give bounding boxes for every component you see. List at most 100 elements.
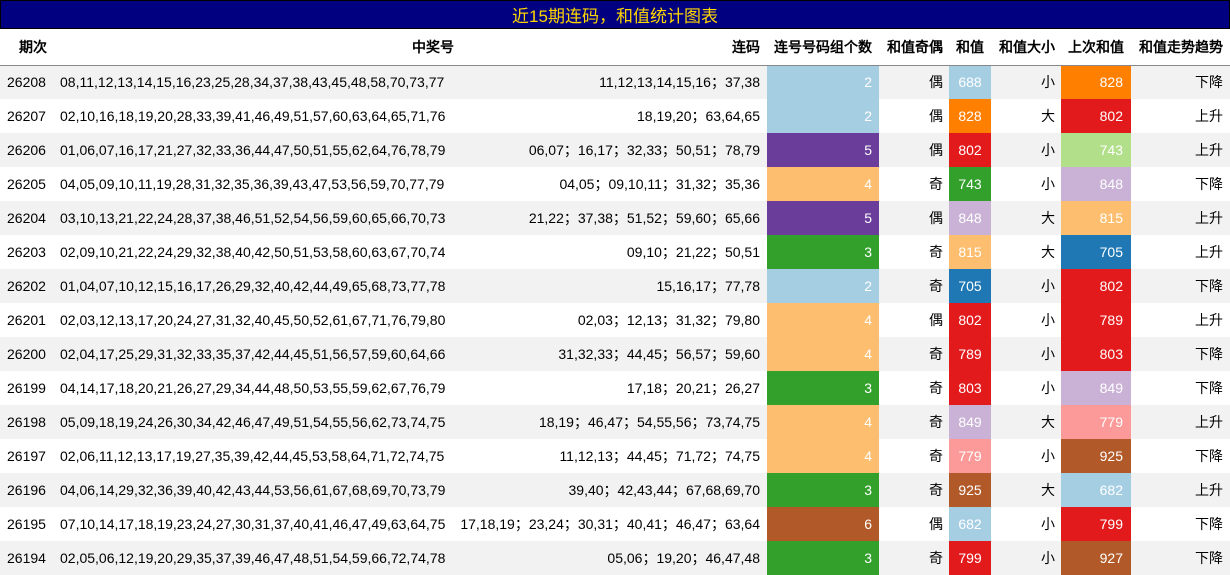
period-cell: 26208: [7, 74, 46, 91]
prev-sum-cell: 779: [1061, 405, 1131, 439]
consec-count-cell: 3: [767, 541, 879, 575]
table-header: 期次 中奖号 连码 连号号码组个数 和值奇偶 和值 和值大小 上次和值 和值走势…: [0, 29, 1230, 66]
sum-cell: 815: [949, 235, 991, 269]
sum-size-cell: 大: [1041, 244, 1055, 260]
sum-size-cell: 大: [1041, 414, 1055, 430]
sum-cell: 779: [949, 439, 991, 473]
sum-parity-cell: 奇: [929, 482, 943, 498]
period-cell: 26194: [7, 550, 46, 566]
prev-sum-cell: 828: [1061, 65, 1131, 99]
sum-cell: 789: [949, 337, 991, 371]
page-title: 近15期连码，和值统计图表: [0, 0, 1230, 29]
sum-parity-cell: 奇: [929, 278, 943, 294]
trend-cell: 上升: [1195, 414, 1223, 430]
period-cell: 26196: [7, 482, 46, 498]
consec-cell: 17,18；20,21；26,27: [626, 380, 760, 396]
prev-sum-cell: 743: [1061, 133, 1131, 167]
numbers-cell: 07,10,14,17,18,19,23,24,27,30,31,37,40,4…: [60, 516, 446, 532]
prev-sum-cell: 848: [1061, 167, 1131, 201]
consec-count-cell: 2: [767, 99, 879, 133]
sum-parity-cell: 偶: [929, 74, 943, 91]
prev-sum-cell: 849: [1061, 371, 1131, 405]
numbers-cell: 08,11,12,13,14,15,16,23,25,28,34,37,38,4…: [60, 74, 445, 91]
sum-parity-cell: 奇: [929, 414, 943, 430]
sum-parity-cell: 偶: [929, 516, 943, 532]
sum-size-cell: 小: [1041, 278, 1055, 294]
table-row: 26208 08,11,12,13,14,15,16,23,25,28,34,37…: [0, 65, 1230, 99]
sum-size-cell: 小: [1041, 448, 1055, 464]
consec-count-cell: 4: [767, 303, 879, 337]
sum-cell: 848: [949, 201, 991, 235]
header-consec: 连码: [454, 29, 767, 66]
sum-cell: 682: [949, 507, 991, 541]
trend-cell: 下降: [1195, 74, 1223, 91]
numbers-cell: 05,09,18,19,24,26,30,34,42,46,47,49,51,5…: [60, 414, 446, 430]
period-cell: 26205: [7, 176, 46, 192]
trend-cell: 上升: [1195, 142, 1223, 158]
prev-sum-cell: 802: [1061, 269, 1131, 303]
sum-cell: 802: [949, 133, 991, 167]
sum-size-cell: 大: [1041, 108, 1055, 124]
numbers-cell: 02,09,10,21,22,24,29,32,38,40,42,50,51,5…: [60, 244, 446, 260]
period-cell: 26206: [7, 142, 46, 158]
period-cell: 26204: [7, 210, 46, 226]
consec-cell: 11,12,13,14,15,16；37,38: [599, 74, 760, 91]
consec-cell: 06,07；16,17；32,33；50,51；78,79: [528, 142, 760, 158]
sum-size-cell: 小: [1041, 176, 1055, 192]
prev-sum-cell: 802: [1061, 99, 1131, 133]
sum-parity-cell: 偶: [929, 142, 943, 158]
trend-cell: 下降: [1195, 278, 1223, 294]
header-size: 和值大小: [991, 29, 1061, 66]
table-body: 26208 08,11,12,13,14,15,16,23,25,28,34,37…: [0, 65, 1230, 575]
table-row: 26199 04,14,17,18,20,21,26,27,29,34,44,48…: [0, 371, 1230, 405]
sum-cell: 799: [949, 541, 991, 575]
trend-cell: 下降: [1195, 448, 1223, 464]
period-cell: 26202: [7, 278, 46, 294]
consec-cell: 09,10；21,22；50,51: [626, 244, 760, 260]
sum-size-cell: 小: [1041, 142, 1055, 158]
table-row: 26194 02,05,06,12,19,20,29,35,37,39,46,47…: [0, 541, 1230, 575]
trend-cell: 下降: [1195, 346, 1223, 362]
sum-size-cell: 小: [1041, 346, 1055, 362]
consec-count-cell: 4: [767, 337, 879, 371]
sum-cell: 705: [949, 269, 991, 303]
table-row: 26196 04,06,14,29,32,36,39,40,42,43,44,53…: [0, 473, 1230, 507]
trend-cell: 上升: [1195, 210, 1223, 226]
stats-table: 期次 中奖号 连码 连号号码组个数 和值奇偶 和值 和值大小 上次和值 和值走势…: [0, 29, 1230, 575]
consec-cell: 17,18,19；23,24；30,31；40,41；46,47；63,64: [460, 516, 760, 532]
table-row: 26204 03,10,13,21,22,24,28,37,38,46,51,52…: [0, 201, 1230, 235]
consec-count-cell: 3: [767, 235, 879, 269]
numbers-cell: 02,05,06,12,19,20,29,35,37,39,46,47,48,5…: [60, 550, 446, 566]
consec-cell: 18,19,20；63,64,65: [637, 108, 760, 124]
sum-size-cell: 小: [1041, 380, 1055, 396]
consec-cell: 21,22；37,38；51,52；59,60；65,66: [528, 210, 760, 226]
consec-count-cell: 4: [767, 439, 879, 473]
table-row: 26202 01,04,07,10,12,15,16,17,26,29,32,40…: [0, 269, 1230, 303]
consec-cell: 15,16,17；77,78: [656, 278, 760, 294]
sum-parity-cell: 奇: [929, 176, 943, 192]
trend-cell: 上升: [1195, 312, 1223, 328]
table-row: 26197 02,06,11,12,13,17,19,27,35,39,42,44…: [0, 439, 1230, 473]
sum-size-cell: 大: [1041, 482, 1055, 498]
prev-sum-cell: 927: [1061, 541, 1131, 575]
sum-parity-cell: 偶: [929, 210, 943, 226]
sum-cell: 743: [949, 167, 991, 201]
consec-cell: 02,03；12,13；31,32；79,80: [577, 312, 760, 328]
header-sum: 和值: [949, 29, 991, 66]
trend-cell: 上升: [1195, 482, 1223, 498]
prev-sum-cell: 705: [1061, 235, 1131, 269]
table-row: 26206 01,06,07,16,17,21,27,32,33,36,44,47…: [0, 133, 1230, 167]
trend-cell: 下降: [1195, 380, 1223, 396]
sum-size-cell: 小: [1041, 74, 1055, 91]
numbers-cell: 02,04,17,25,29,31,32,33,35,37,42,44,45,5…: [60, 346, 446, 362]
sum-size-cell: 小: [1041, 516, 1055, 532]
header-count: 连号号码组个数: [767, 29, 879, 66]
consec-count-cell: 2: [767, 269, 879, 303]
prev-sum-cell: 799: [1061, 507, 1131, 541]
sum-size-cell: 小: [1041, 550, 1055, 566]
sum-parity-cell: 奇: [929, 380, 943, 396]
header-numbers: 中奖号: [54, 29, 454, 66]
trend-cell: 下降: [1195, 516, 1223, 532]
consec-count-cell: 4: [767, 167, 879, 201]
header-trend: 和值走势趋势: [1131, 29, 1230, 66]
